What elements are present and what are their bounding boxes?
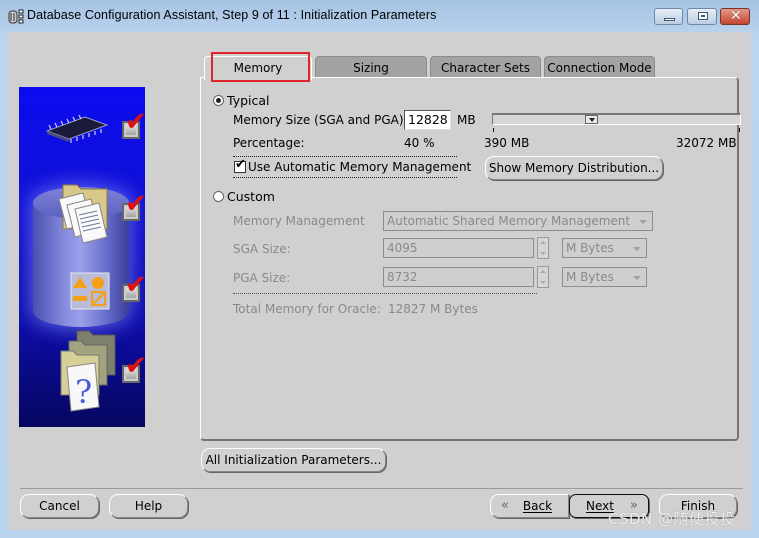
memory-management-label: Memory Management: [233, 214, 365, 228]
slider-max-label: 32072 MB: [676, 136, 737, 150]
slider-max-tick: [739, 128, 740, 132]
sga-size-label: SGA Size:: [233, 242, 291, 256]
show-memory-distribution-button[interactable]: Show Memory Distribution...: [485, 156, 663, 180]
memory-size-input[interactable]: 12828: [404, 110, 451, 130]
amm-checkbox[interactable]: ✔: [234, 157, 246, 173]
memory-tab-panel: Typical Memory Size (SGA and PGA): 12828…: [200, 77, 741, 441]
minimize-button[interactable]: [654, 8, 683, 25]
minimize-icon: [664, 18, 675, 21]
footer-separator: [20, 488, 743, 489]
help-button[interactable]: Help: [109, 494, 188, 518]
cancel-button[interactable]: Cancel: [20, 494, 99, 518]
watermark: CSDN @随便投投: [608, 510, 736, 528]
percentage-value: 40 %: [404, 136, 435, 150]
spin-down-icon: [540, 252, 546, 255]
check-icon: ✔: [125, 270, 145, 300]
pga-size-label: PGA Size:: [233, 271, 291, 285]
window-title: Database Configuration Assistant, Step 9…: [27, 8, 437, 22]
memory-slider[interactable]: [492, 113, 741, 125]
pga-size-input[interactable]: 8732: [383, 267, 534, 287]
tab-memory[interactable]: Memory: [204, 56, 312, 80]
spin-down-icon: [540, 281, 546, 284]
documents-folder-icon: [58, 184, 108, 244]
back-label: Back: [522, 499, 553, 513]
check-icon: ✔: [125, 107, 145, 137]
total-memory-value: 12827 M Bytes: [388, 302, 478, 316]
check-icon: ✔: [125, 351, 145, 381]
memory-management-value: Automatic Shared Memory Management: [387, 214, 631, 228]
dialog-body: ? ✔ ✔ ✔ ✔ Memory Sizing Character Sets C…: [8, 32, 751, 530]
spin-up-icon: [540, 241, 546, 244]
chevron-left-icon: «: [501, 498, 509, 513]
title-bar: Database Configuration Assistant, Step 9…: [0, 0, 759, 32]
slider-min-label: 390 MB: [484, 136, 530, 150]
close-icon: ✕: [730, 8, 742, 24]
amm-checkbox-label[interactable]: Use Automatic Memory Management: [248, 160, 471, 174]
focus-dotted-bottom: [233, 177, 457, 178]
wizard-side-image: ? ✔ ✔ ✔ ✔: [19, 87, 145, 427]
tab-sizing[interactable]: Sizing: [315, 56, 427, 78]
memory-size-label: Memory Size (SGA and PGA):: [233, 113, 408, 127]
all-initialization-parameters-button[interactable]: All Initialization Parameters...: [201, 448, 386, 472]
close-button[interactable]: ✕: [720, 8, 750, 25]
checkmark-icon: ✔: [235, 157, 246, 172]
pga-size-spinner[interactable]: [537, 266, 549, 288]
sga-unit-value: M Bytes: [566, 241, 614, 255]
dropdown-arrow-icon: [633, 247, 641, 251]
svg-text:?: ?: [75, 373, 92, 411]
tab-connection-mode[interactable]: Connection Mode: [544, 56, 655, 78]
memory-size-unit: MB: [457, 113, 476, 127]
dropdown-arrow-icon: [633, 276, 641, 280]
help-document-icon: ?: [60, 330, 116, 412]
typical-radio[interactable]: [213, 95, 224, 106]
back-button[interactable]: « Back: [490, 494, 569, 518]
custom-label: Custom: [227, 189, 275, 204]
custom-radio[interactable]: [213, 191, 224, 202]
pga-unit-value: M Bytes: [566, 270, 614, 284]
total-memory-label: Total Memory for Oracle:: [233, 302, 381, 316]
maximize-icon: [698, 12, 708, 20]
spin-up-icon: [540, 270, 546, 273]
tab-character-sets[interactable]: Character Sets: [430, 56, 541, 78]
dropdown-arrow-icon: [639, 220, 647, 224]
pga-unit-select[interactable]: M Bytes: [562, 267, 647, 287]
maximize-button[interactable]: [687, 8, 717, 25]
database-app-icon: [8, 9, 24, 24]
sga-size-input[interactable]: 4095: [383, 238, 534, 258]
typical-label: Typical: [227, 93, 270, 108]
sga-unit-select[interactable]: M Bytes: [562, 238, 647, 258]
memory-chip-icon: [45, 114, 109, 143]
percentage-label: Percentage:: [233, 136, 305, 150]
slider-min-tick: [493, 128, 494, 132]
focus-dotted-top: [233, 156, 457, 157]
check-icon: ✔: [125, 189, 145, 219]
memory-management-select[interactable]: Automatic Shared Memory Management: [383, 211, 653, 231]
sga-size-spinner[interactable]: [537, 237, 549, 259]
shapes-icon: [70, 272, 110, 310]
total-separator: [233, 293, 537, 294]
slider-thumb[interactable]: [585, 115, 598, 124]
